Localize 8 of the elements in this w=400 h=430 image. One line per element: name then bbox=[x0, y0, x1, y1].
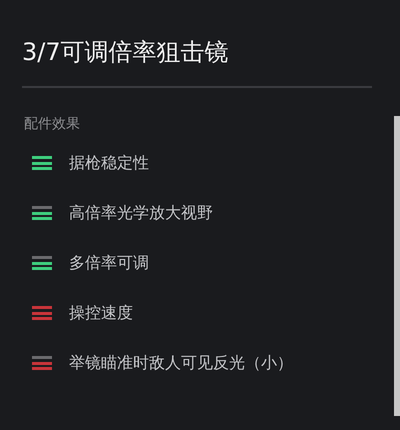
effect-label: 举镜瞄准时敌人可见反光（小） bbox=[69, 352, 293, 374]
effect-label: 多倍率可调 bbox=[69, 252, 149, 274]
scrollbar-thumb[interactable] bbox=[394, 116, 400, 416]
effect-label: 据枪稳定性 bbox=[69, 152, 149, 174]
effect-label: 高倍率光学放大视野 bbox=[69, 202, 213, 224]
effect-label: 操控速度 bbox=[69, 302, 133, 324]
section-heading: 配件效果 bbox=[24, 115, 81, 134]
item-title: 3/7可调倍率狙击镜 bbox=[22, 37, 230, 68]
